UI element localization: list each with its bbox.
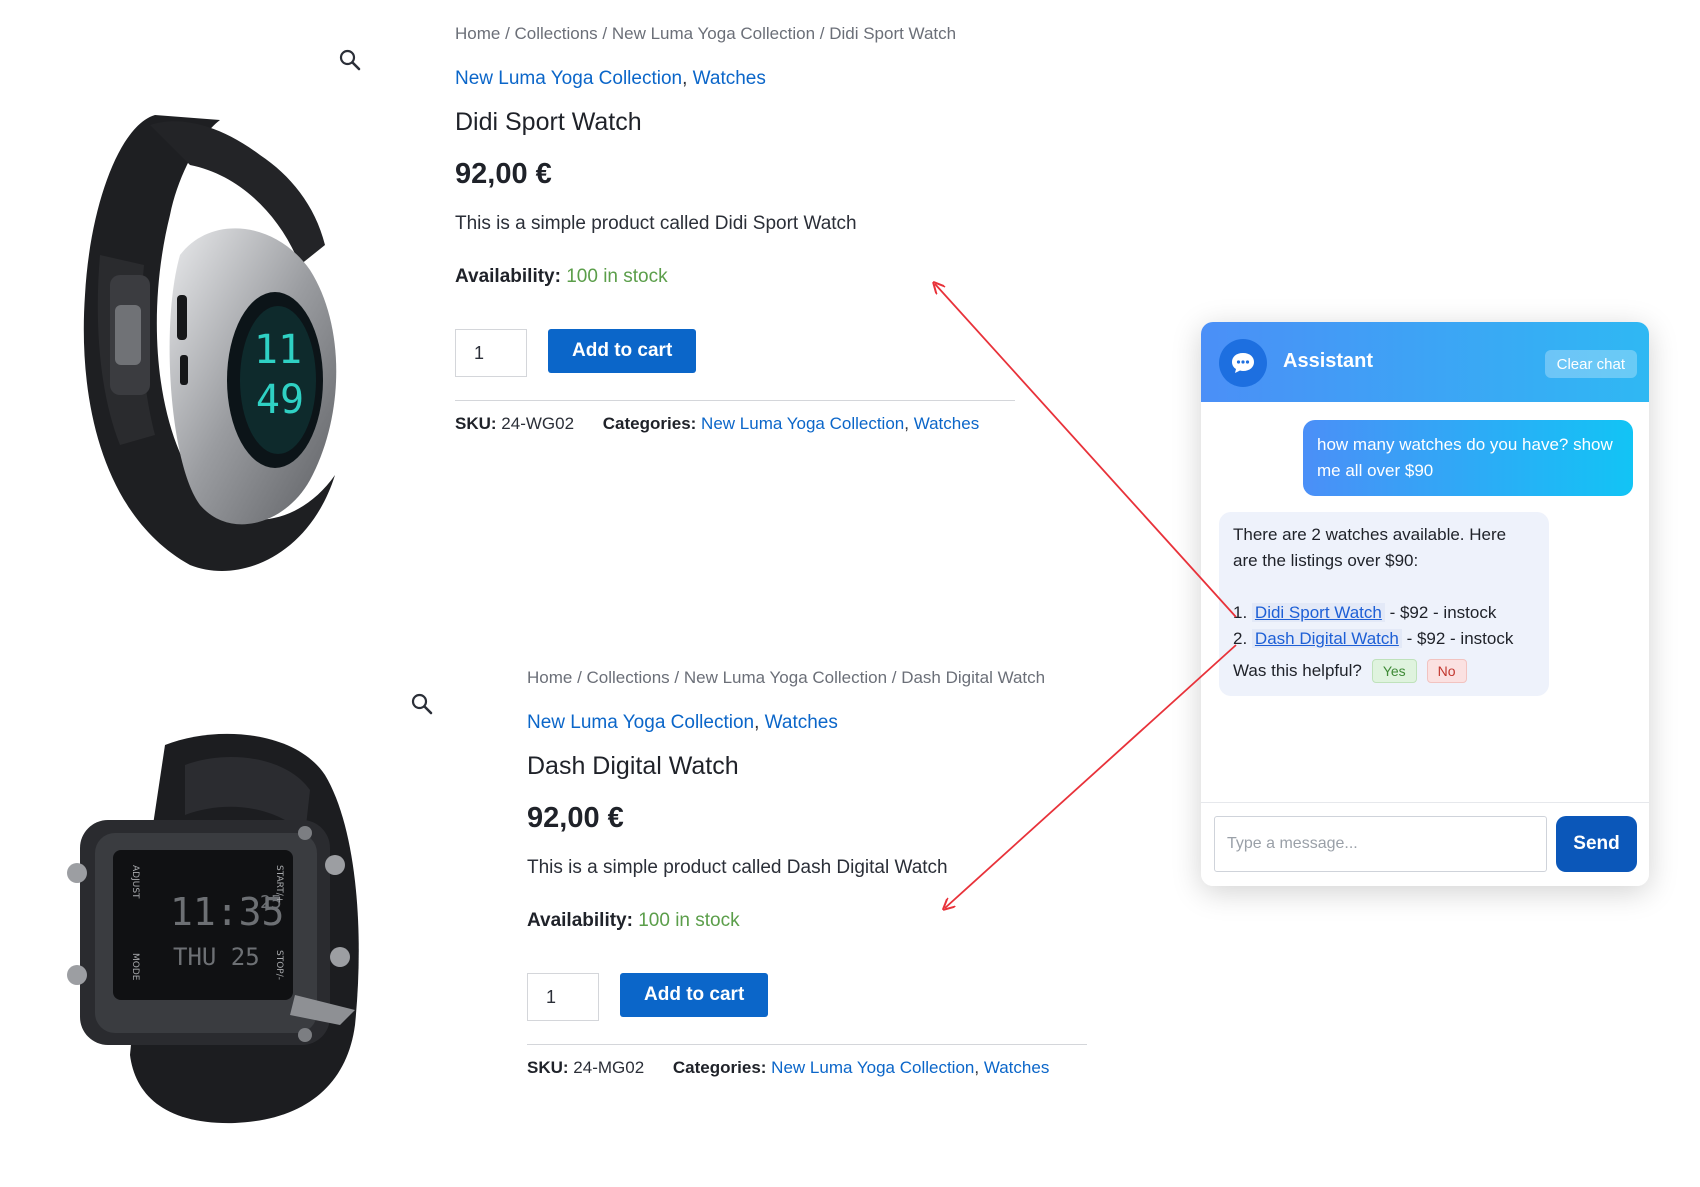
list-item: 1. Didi Sport Watch - $92 - instock [1233,600,1535,626]
availability: Availability: 100 in stock [527,910,740,932]
product-link-didi-sport-watch[interactable]: Didi Sport Watch [1251,603,1385,622]
product-description: This is a simple product called Didi Spo… [455,213,857,234]
list-detail: - $92 - instock [1384,603,1497,622]
chat-title: Assistant [1283,350,1374,372]
breadcrumb[interactable]: Home / Collections / New Luma Yoga Colle… [527,668,1045,688]
meta-category-link-new-luma-yoga[interactable]: New Luma Yoga Collection [771,1058,974,1077]
chat-header: Assistant Clear chat [1201,322,1649,402]
quantity-input[interactable] [455,329,527,377]
category-link-new-luma-yoga[interactable]: New Luma Yoga Collection [455,68,682,89]
sku-value: 24-MG02 [573,1058,645,1077]
list-number: 2. [1233,629,1248,648]
divider [527,1044,1087,1045]
stock-status: 100 in stock [566,266,668,287]
product-image-dash-digital-watch[interactable]: 11:35 25 THU 25 ADJUST MODE START/+ STOP… [55,725,385,1125]
categories-label: Categories: [672,1058,767,1077]
watch-button-stop: STOP/- [274,950,284,980]
feedback-no-button[interactable]: No [1426,659,1467,683]
zoom-icon[interactable] [338,48,362,72]
chat-input-bar: Send [1201,802,1649,886]
list-detail: - $92 - instock [1401,629,1514,648]
meta-category-link-watches[interactable]: Watches [984,1058,1050,1077]
watch-button-adjust: ADJUST [130,865,140,899]
meta-category-link-watches[interactable]: Watches [914,414,980,433]
watch-button-start: START/+ [274,865,284,903]
zoom-icon[interactable] [410,692,434,716]
chat-widget: Assistant Clear chat how many watches do… [1201,322,1649,886]
stock-status: 100 in stock [638,910,740,931]
send-button[interactable]: Send [1556,816,1637,872]
helpful-label: Was this helpful? [1233,661,1362,680]
meta-category-link-new-luma-yoga[interactable]: New Luma Yoga Collection [701,414,904,433]
product-description: This is a simple product called Dash Dig… [527,857,948,878]
product-image-didi-sport-watch[interactable]: 11 49 [60,95,360,575]
feedback-row: Was this helpful? Yes No [1233,658,1535,684]
watch-day: THU 25 [173,943,260,971]
list-number: 1. [1233,603,1248,622]
category-link-watches[interactable]: Watches [693,68,766,89]
watch-button-mode: MODE [130,953,140,981]
assistant-message: There are 2 watches available. Here are … [1219,512,1549,696]
quantity-input[interactable] [527,973,599,1021]
list-item: 2. Dash Digital Watch - $92 - instock [1233,626,1535,652]
feedback-yes-button[interactable]: Yes [1371,659,1417,683]
category-link-new-luma-yoga[interactable]: New Luma Yoga Collection [527,712,754,733]
clear-chat-button[interactable]: Clear chat [1544,350,1637,378]
product-meta: SKU: 24-MG02 Categories: New Luma Yoga C… [527,1058,1050,1077]
message-input[interactable] [1214,816,1547,872]
product-list: 1. Didi Sport Watch - $92 - instock 2. D… [1233,600,1535,652]
product-link-dash-digital-watch[interactable]: Dash Digital Watch [1251,629,1402,648]
availability: Availability: 100 in stock [455,266,668,288]
sku-label: SKU: [455,414,497,433]
availability-label: Availability: [527,910,633,931]
assistant-intro: There are 2 watches available. Here are … [1233,525,1507,570]
product-meta: SKU: 24-WG02 Categories: New Luma Yoga C… [455,414,980,433]
sku-label: SKU: [527,1058,569,1077]
product-categories-links: New Luma Yoga Collection, Watches [455,68,766,89]
product-title: Dash Digital Watch [527,752,739,780]
availability-label: Availability: [455,266,561,287]
sku-value: 24-WG02 [501,414,575,433]
watch-display-bottom: 49 [256,377,304,423]
watch-display-top: 11 [254,327,302,373]
categories-label: Categories: [602,414,697,433]
add-to-cart-button[interactable]: Add to cart [548,329,697,373]
category-link-watches[interactable]: Watches [765,712,838,733]
add-to-cart-button[interactable]: Add to cart [620,973,769,1017]
user-message: how many watches do you have? show me al… [1303,420,1633,496]
breadcrumb[interactable]: Home / Collections / New Luma Yoga Colle… [455,24,956,44]
product-title: Didi Sport Watch [455,108,642,136]
chat-bubble-icon [1219,339,1267,387]
divider [455,400,1015,401]
arrow-to-didi-sport-watch [935,284,1237,618]
product-categories-links: New Luma Yoga Collection, Watches [527,712,838,733]
product-price: 92,00 € [527,802,624,834]
product-price: 92,00 € [455,158,552,190]
